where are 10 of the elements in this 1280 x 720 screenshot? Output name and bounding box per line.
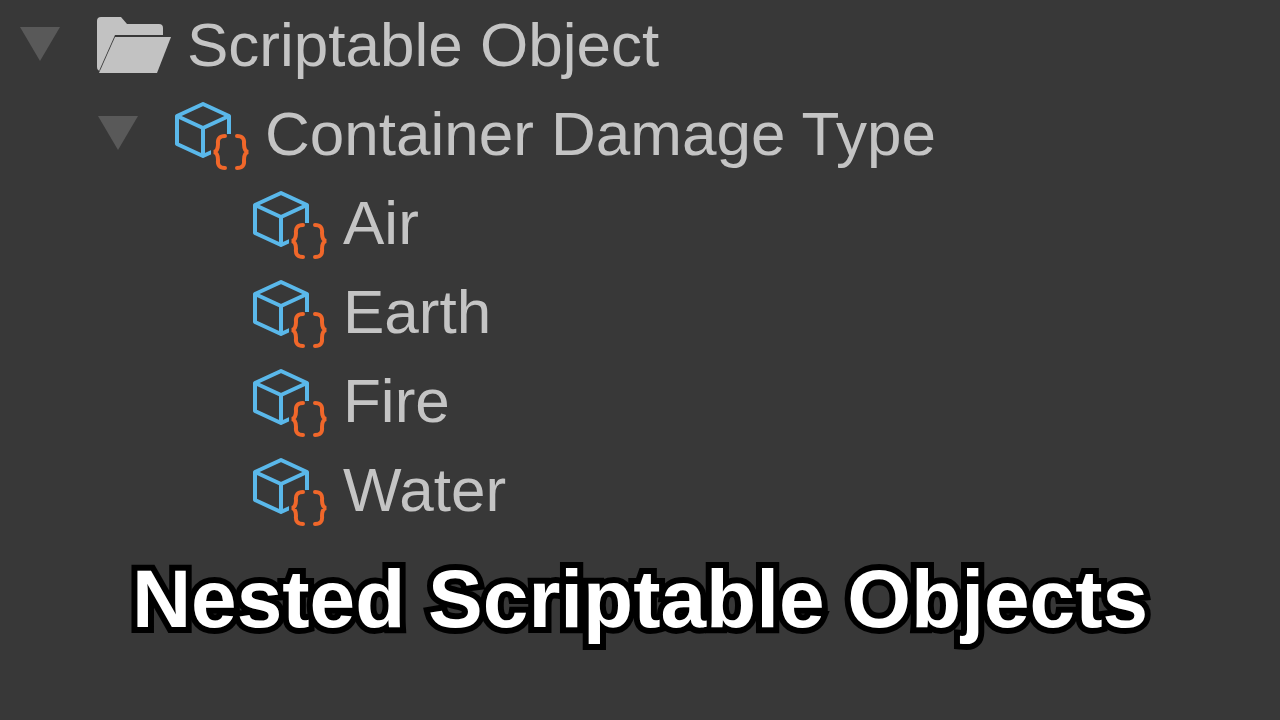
tree-item-label[interactable]: Container Damage Type (265, 98, 936, 169)
tree-item-label[interactable]: Earth (343, 276, 492, 347)
caption-title: Nested Scriptable Objects (131, 552, 1149, 646)
folder-icon (95, 14, 173, 75)
tree-item-label[interactable]: Water (343, 454, 507, 525)
expanded-arrow-icon[interactable] (98, 115, 138, 152)
tree-item-label[interactable]: Air (343, 187, 419, 258)
expanded-arrow-icon[interactable] (20, 26, 60, 63)
tree-item-label[interactable]: Fire (343, 365, 450, 436)
tree-item-label[interactable]: Scriptable Object (187, 9, 660, 80)
